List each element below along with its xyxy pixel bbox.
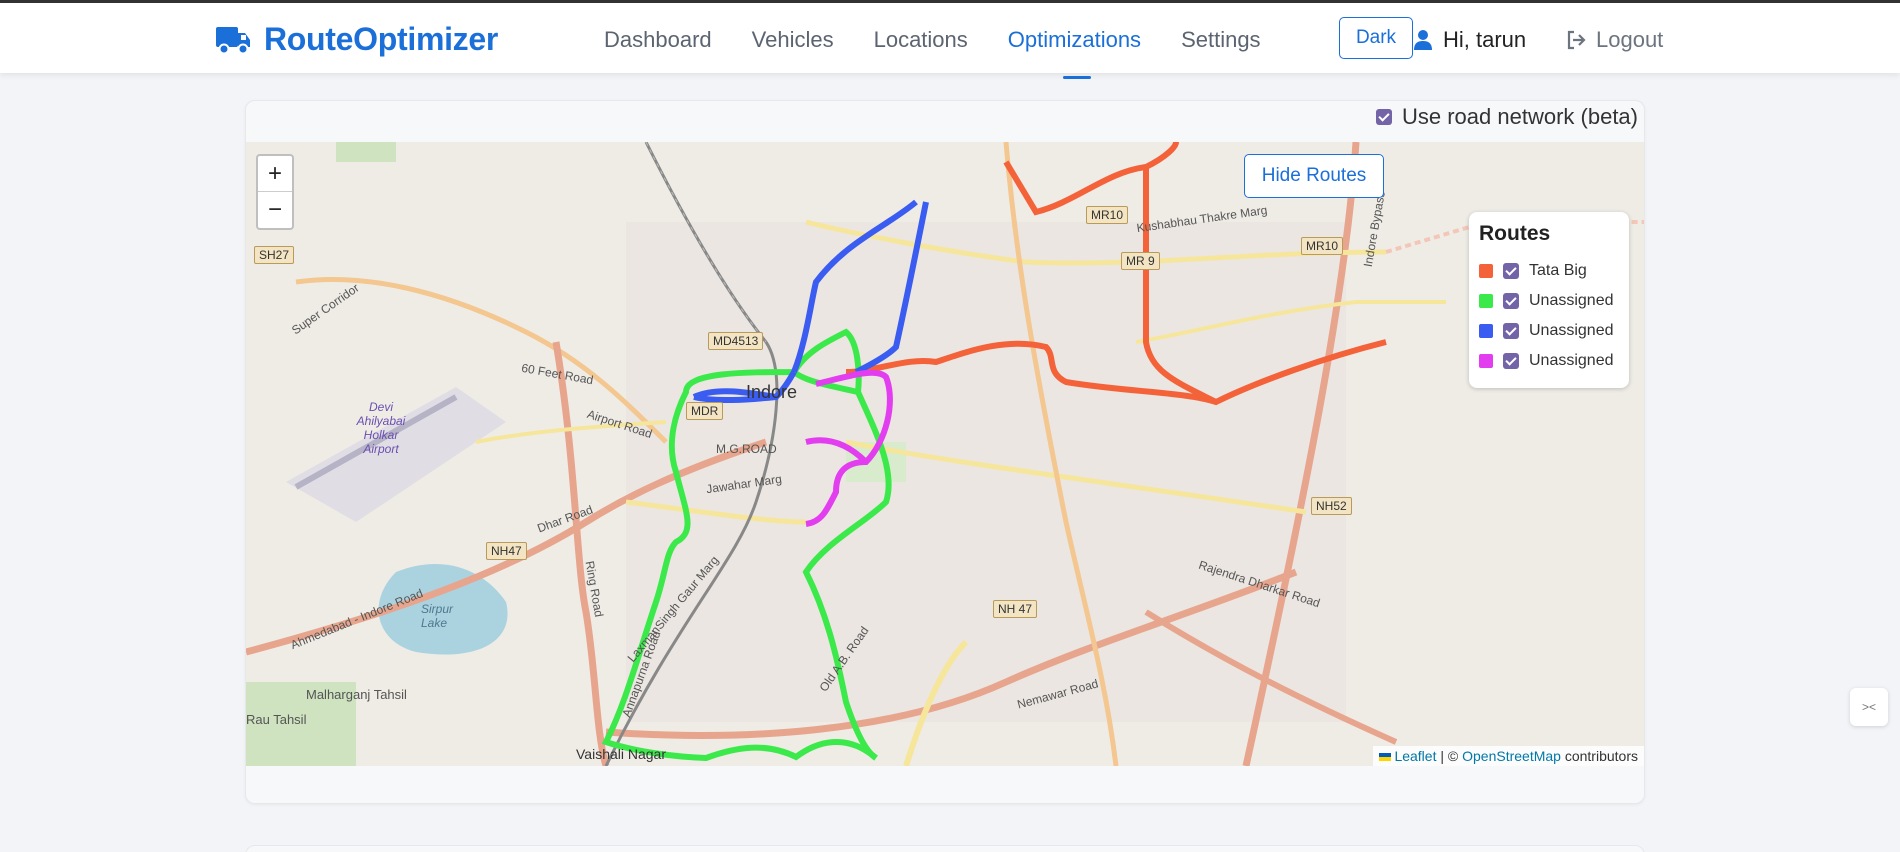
map-label-city: Indore bbox=[746, 382, 798, 402]
navbar: RouteOptimizer Dashboard Vehicles Locati… bbox=[0, 3, 1900, 79]
attribution-suffix: contributors bbox=[1560, 748, 1638, 764]
brand[interactable]: RouteOptimizer bbox=[214, 21, 498, 58]
next-card bbox=[245, 845, 1645, 852]
user-menu[interactable]: Hi, tarun bbox=[1413, 27, 1526, 53]
attribution-separator: | © bbox=[1436, 748, 1463, 764]
logout-button[interactable]: Logout bbox=[1566, 27, 1663, 53]
legend-label: Unassigned bbox=[1529, 292, 1614, 309]
map-label-malharganj: Malharganj Tahsil bbox=[306, 687, 407, 702]
map-shield: MR10 bbox=[1301, 237, 1344, 255]
nav-settings[interactable]: Settings bbox=[1181, 27, 1261, 53]
map-label-vaishali: Vaishali Nagar bbox=[576, 746, 667, 762]
legend-label: Unassigned bbox=[1529, 322, 1614, 339]
brand-name: RouteOptimizer bbox=[264, 21, 499, 57]
user-icon bbox=[1414, 30, 1432, 50]
zoom-in-button[interactable]: + bbox=[258, 156, 292, 192]
legend-item: Unassigned bbox=[1479, 316, 1619, 346]
map-view[interactable]: Indore Devi Ahilyabai Holkar Airport Sir… bbox=[246, 142, 1644, 766]
legend-swatch bbox=[1479, 264, 1493, 278]
zoom-control: + − bbox=[256, 154, 294, 230]
map-label-mg-road: M.G.ROAD bbox=[716, 442, 777, 456]
map-shield: MDR bbox=[686, 402, 724, 420]
map-attribution: Leaflet | © OpenStreetMap contributors bbox=[1373, 746, 1644, 766]
legend-swatch bbox=[1479, 294, 1493, 308]
map-shield: NH 47 bbox=[993, 600, 1038, 618]
road-network-checkbox[interactable] bbox=[1376, 109, 1392, 125]
leaflet-link[interactable]: Leaflet bbox=[1394, 748, 1436, 764]
nav-links: Dashboard Vehicles Locations Optimizatio… bbox=[604, 27, 1261, 79]
map-label-rau: Rau Tahsil bbox=[246, 712, 307, 727]
map-shield: MR10 bbox=[1086, 206, 1129, 224]
logout-label: Logout bbox=[1596, 27, 1664, 52]
legend-checkbox[interactable] bbox=[1503, 293, 1519, 309]
logout-icon bbox=[1567, 30, 1586, 50]
map-label-airport: Devi Ahilyabai Holkar Airport bbox=[356, 400, 406, 456]
nav-vehicles[interactable]: Vehicles bbox=[752, 27, 834, 53]
nav-optimizations[interactable]: Optimizations bbox=[1008, 27, 1141, 79]
road-network-label: Use road network (beta) bbox=[1402, 104, 1638, 129]
legend-checkbox[interactable] bbox=[1503, 353, 1519, 369]
osm-link[interactable]: OpenStreetMap bbox=[1462, 748, 1561, 764]
map-label-lake: Sirpur Lake bbox=[421, 602, 454, 630]
legend-checkbox[interactable] bbox=[1503, 263, 1519, 279]
hide-routes-button[interactable]: Hide Routes bbox=[1244, 154, 1384, 198]
map-shield: SH27 bbox=[254, 246, 295, 264]
map-tiles bbox=[246, 142, 1644, 766]
legend-swatch bbox=[1479, 354, 1493, 368]
leaflet-flag-icon bbox=[1379, 753, 1392, 762]
legend-item: Tata Big bbox=[1479, 256, 1619, 286]
map-shield: MR 9 bbox=[1121, 252, 1160, 270]
map-shield: MD4513 bbox=[708, 332, 764, 350]
road-network-toggle[interactable]: Use road network (beta) bbox=[1376, 104, 1638, 130]
nav-locations[interactable]: Locations bbox=[874, 27, 968, 53]
routes-legend: Routes Tata Big Unassigned Unassigned Un… bbox=[1469, 212, 1629, 388]
legend-item: Unassigned bbox=[1479, 346, 1619, 376]
dark-mode-button[interactable]: Dark bbox=[1339, 17, 1413, 59]
truck-icon bbox=[216, 26, 250, 54]
nav-dashboard[interactable]: Dashboard bbox=[604, 27, 712, 53]
legend-title: Routes bbox=[1479, 222, 1551, 245]
legend-item: Unassigned bbox=[1479, 286, 1619, 316]
map-shield: NH47 bbox=[486, 542, 527, 560]
map-shield: NH52 bbox=[1311, 497, 1352, 515]
legend-label: Unassigned bbox=[1529, 352, 1614, 369]
zoom-out-button[interactable]: − bbox=[258, 192, 292, 228]
legend-checkbox[interactable] bbox=[1503, 323, 1519, 339]
legend-label: Tata Big bbox=[1529, 262, 1587, 279]
user-greeting: Hi, tarun bbox=[1443, 27, 1527, 52]
legend-swatch bbox=[1479, 324, 1493, 338]
side-widget-button[interactable]: >< bbox=[1850, 688, 1888, 726]
